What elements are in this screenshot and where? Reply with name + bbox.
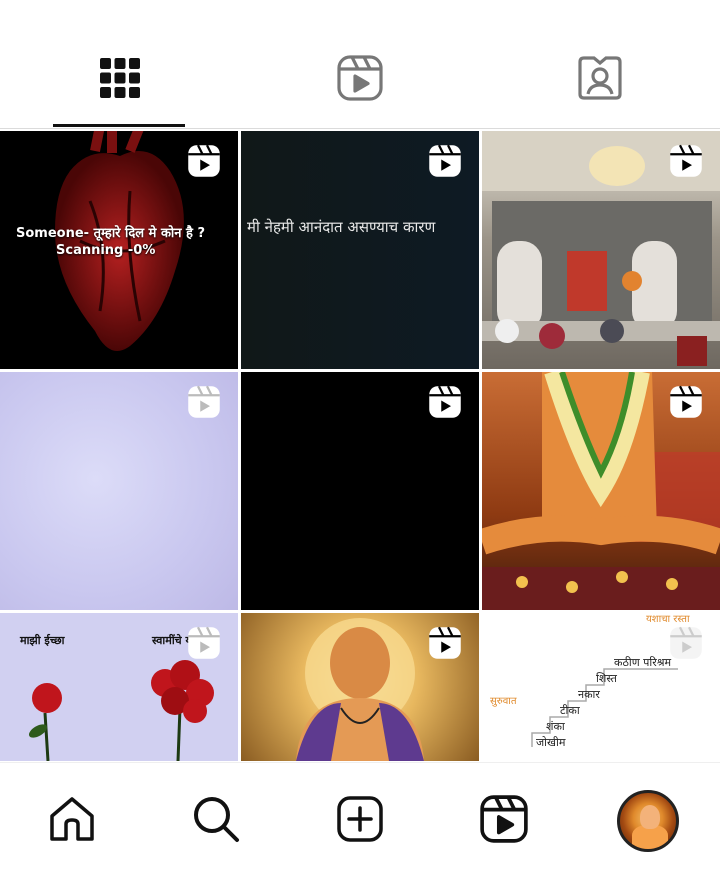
- reel-badge-icon: [427, 384, 467, 424]
- reel-badge-icon: [668, 625, 708, 665]
- nav-profile[interactable]: [610, 783, 686, 859]
- reel-badge-icon: [186, 384, 226, 424]
- post-caption-secondary: Scanning -0%: [56, 243, 156, 258]
- nav-home[interactable]: [34, 783, 110, 859]
- step-label: शिस्त: [596, 672, 617, 685]
- grid-post-8[interactable]: [241, 613, 479, 761]
- grid-post-3[interactable]: [482, 131, 720, 369]
- grid-post-9[interactable]: यशाचा रस्ता सुरुवात कठीण परिश्रम शिस्त न…: [482, 613, 720, 761]
- reels-icon: [336, 54, 384, 106]
- step-label: जोखीम: [536, 736, 566, 749]
- active-tab-indicator: [53, 124, 185, 127]
- step-label: शंका: [546, 720, 565, 733]
- grid-icon: [98, 56, 142, 104]
- posts-grid: Someone- तूम्हारे दिल मे कोन है ? Scanni…: [0, 131, 720, 761]
- divider: [0, 128, 720, 129]
- profile-tabs: [0, 0, 720, 130]
- tab-reels[interactable]: [240, 40, 480, 120]
- grid-post-1[interactable]: Someone- तूम्हारे दिल मे कोन है ? Scanni…: [0, 131, 238, 369]
- grid-post-5[interactable]: [241, 372, 479, 610]
- grid-post-2[interactable]: मी नेहमी आनंदात असण्याच कारण: [241, 131, 479, 369]
- tab-tagged[interactable]: [480, 40, 720, 120]
- bottom-navigation: [0, 762, 720, 882]
- grid-post-4[interactable]: [0, 372, 238, 610]
- step-label: टीका: [560, 704, 580, 717]
- step-label: नकार: [578, 688, 600, 701]
- nav-search[interactable]: [178, 783, 254, 859]
- reel-badge-icon: [186, 143, 226, 183]
- reel-badge-icon: [186, 625, 226, 665]
- reel-badge-icon: [427, 143, 467, 183]
- search-icon: [191, 794, 241, 848]
- nav-reels[interactable]: [466, 783, 542, 859]
- tagged-person-icon: [576, 54, 624, 106]
- home-icon: [47, 794, 97, 848]
- add-post-icon: [335, 794, 385, 848]
- reel-badge-icon: [427, 625, 467, 665]
- grid-post-7[interactable]: माझी ईच्छा स्वामींचे योजना: [0, 613, 238, 761]
- post-caption: मी नेहमी आनंदात असण्याच कारण: [247, 218, 436, 236]
- profile-avatar: [617, 790, 679, 852]
- nav-create[interactable]: [322, 783, 398, 859]
- tab-posts[interactable]: [0, 40, 240, 120]
- post-caption: Someone- तूम्हारे दिल मे कोन है ?: [16, 226, 206, 241]
- reel-badge-icon: [668, 143, 708, 183]
- reel-badge-icon: [668, 384, 708, 424]
- reels-icon: [479, 794, 529, 848]
- grid-post-6[interactable]: [482, 372, 720, 610]
- step-label: कठीण परिश्रम: [614, 656, 672, 669]
